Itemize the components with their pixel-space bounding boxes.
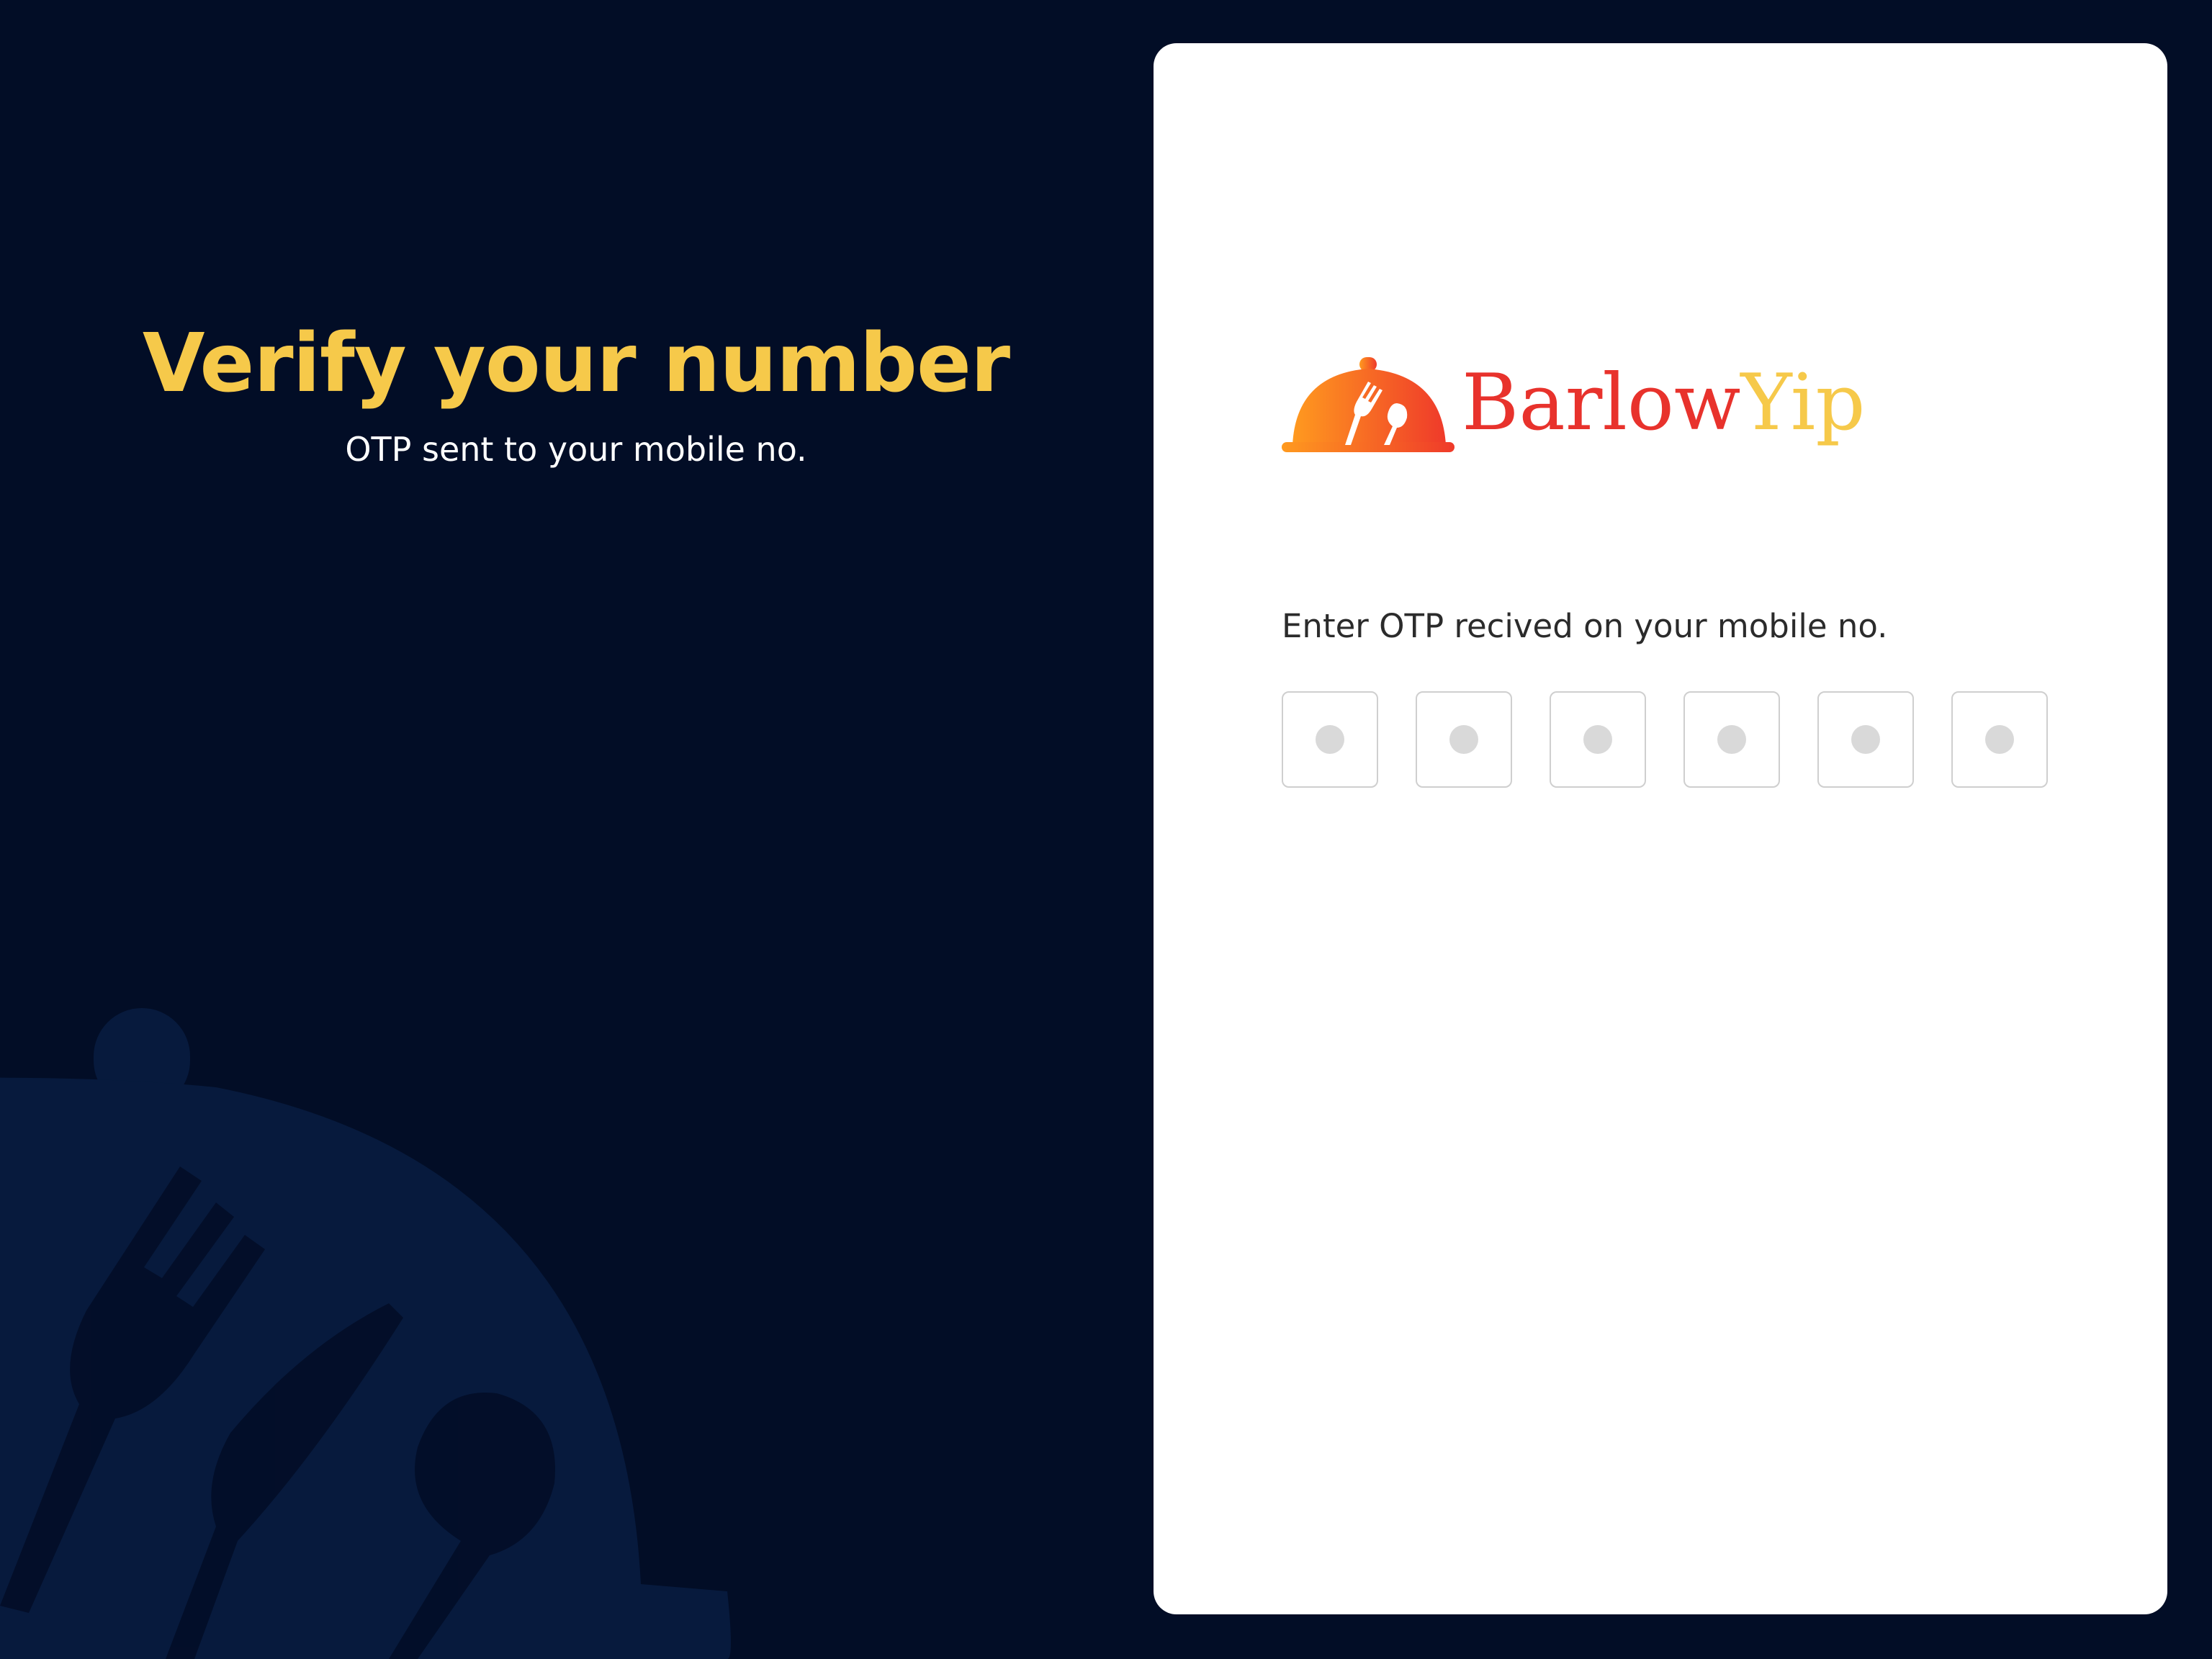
otp-digit-input-1[interactable] [1282, 691, 1378, 788]
otp-placeholder-dot [1717, 725, 1746, 754]
otp-placeholder-dot [1851, 725, 1880, 754]
otp-digit-input-3[interactable] [1550, 691, 1646, 788]
otp-placeholder-dot [1449, 725, 1478, 754]
page-title: Verify your number [142, 317, 1010, 410]
brand-name-part2: Yip [1740, 358, 1866, 448]
page-subtitle: OTP sent to your mobile no. [345, 430, 807, 469]
otp-placeholder-dot [1583, 725, 1612, 754]
otp-placeholder-dot [1985, 725, 2014, 754]
otp-digit-input-2[interactable] [1416, 691, 1512, 788]
otp-label: Enter OTP recived on your mobile no. [1282, 607, 1888, 645]
brand-name-part1: Barlow [1462, 358, 1741, 448]
hero-section: Verify your number OTP sent to your mobi… [0, 310, 1152, 471]
otp-digit-input-6[interactable] [1951, 691, 2048, 788]
brand-name: BarlowYip [1462, 353, 1865, 454]
brand-logo: BarlowYip [1282, 310, 1901, 482]
otp-digit-input-5[interactable] [1817, 691, 1914, 788]
otp-placeholder-dot [1316, 725, 1344, 754]
cloche-cutlery-icon [1282, 357, 1455, 452]
otp-digit-input-4[interactable] [1683, 691, 1780, 788]
otp-card: BarlowYip Enter OTP recived on your mobi… [1154, 43, 2167, 1614]
otp-input-group [1282, 691, 2048, 789]
